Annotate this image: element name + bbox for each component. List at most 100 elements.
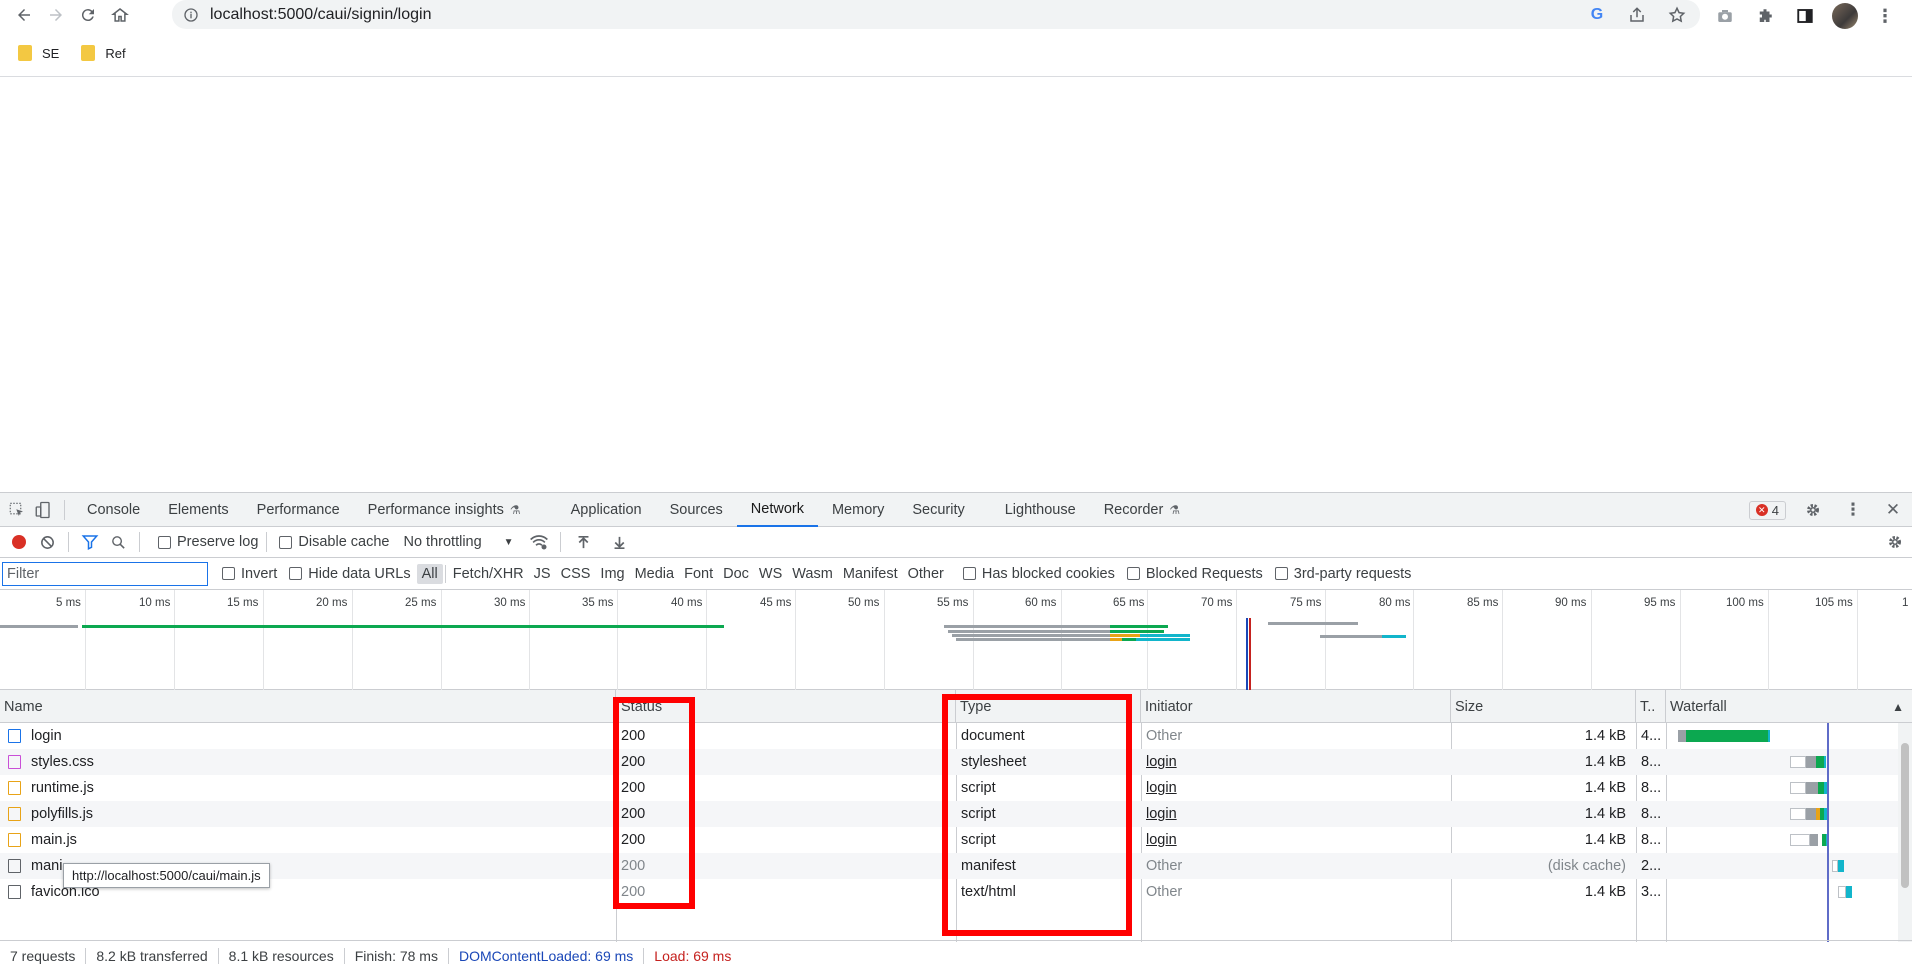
tab-performance[interactable]: Performance — [243, 493, 354, 527]
initiator-link[interactable]: login — [1146, 832, 1177, 848]
tab-performance-insights[interactable]: Performance insights ⚗ — [354, 493, 535, 527]
column-header-size[interactable]: Size — [1451, 690, 1636, 723]
type-filter-wasm[interactable]: Wasm — [787, 564, 838, 584]
profile-avatar[interactable] — [1832, 3, 1858, 29]
js-icon — [8, 807, 21, 821]
type-filter-fetch-xhr[interactable]: Fetch/XHR — [448, 564, 529, 584]
camera-icon[interactable] — [1712, 4, 1738, 28]
checkbox-box[interactable] — [1274, 567, 1288, 580]
checkbox-box[interactable] — [962, 567, 976, 580]
type-filter-img[interactable]: Img — [595, 564, 629, 584]
preserve-log-checkbox[interactable]: Preserve log — [158, 534, 258, 550]
close-devtools-icon[interactable]: ✕ — [1880, 497, 1906, 523]
filter-funnel-icon[interactable] — [77, 529, 103, 555]
blocked-requests-checkbox[interactable]: Blocked Requests — [1126, 566, 1263, 582]
timeline-tick: 105 ms — [1815, 597, 1853, 609]
network-overview-timeline[interactable]: 5 ms 10 ms 15 ms 20 ms 25 ms 30 ms 35 ms… — [0, 590, 1912, 690]
type-filter-doc[interactable]: Doc — [718, 564, 754, 584]
checkbox-box[interactable] — [279, 535, 293, 549]
timeline-tick: 25 ms — [405, 597, 437, 609]
bookmark-folder-se[interactable]: SE — [18, 45, 59, 61]
waterfall-segment — [1838, 886, 1846, 898]
throttling-select[interactable]: No throttling ▼ — [403, 534, 513, 550]
bookmark-folder-ref[interactable]: Ref — [81, 45, 126, 61]
flask-icon: ⚗ — [509, 502, 521, 517]
device-toolbar-icon[interactable] — [30, 497, 56, 523]
type-filter-js[interactable]: JS — [529, 564, 556, 584]
initiator-link[interactable]: login — [1146, 806, 1177, 822]
type-filter-ws[interactable]: WS — [754, 564, 787, 584]
filter-input[interactable] — [2, 561, 208, 586]
tab-security[interactable]: Security — [898, 493, 978, 527]
tab-elements[interactable]: Elements — [154, 493, 242, 527]
side-panel-icon[interactable] — [1792, 4, 1818, 28]
tab-application[interactable]: Application — [557, 493, 656, 527]
tab-network[interactable]: Network — [736, 493, 818, 527]
flask-icon: ⚗ — [1169, 502, 1181, 517]
cell-name[interactable]: polyfills.js — [0, 801, 612, 827]
cell-time: 8... — [1641, 754, 1662, 770]
table-scrollbar[interactable] — [1898, 723, 1912, 942]
bookmark-star-icon[interactable] — [1666, 4, 1688, 26]
type-filter-media[interactable]: Media — [630, 564, 680, 584]
address-bar[interactable]: localhost:5000/caui/signin/login G — [172, 0, 1700, 29]
cell-name[interactable]: main.js — [0, 827, 612, 853]
initiator-link[interactable]: login — [1146, 754, 1177, 770]
search-icon[interactable] — [105, 529, 131, 555]
type-filter-font[interactable]: Font — [679, 564, 718, 584]
import-har-icon[interactable] — [571, 529, 597, 555]
cell-name[interactable]: styles.css — [0, 749, 612, 775]
column-header-waterfall[interactable]: Waterfall ▲ — [1666, 690, 1912, 723]
extensions-puzzle-icon[interactable] — [1752, 4, 1778, 28]
invert-checkbox[interactable]: Invert — [222, 566, 277, 582]
column-header-initiator[interactable]: Initiator — [1141, 690, 1451, 723]
url-text[interactable]: localhost:5000/caui/signin/login — [210, 6, 431, 24]
hide-data-urls-checkbox[interactable]: Hide data URLs — [289, 566, 411, 582]
scrollbar-thumb[interactable] — [1901, 743, 1909, 888]
tab-sources[interactable]: Sources — [656, 493, 737, 527]
timeline-tick: 50 ms — [848, 597, 880, 609]
google-lens-icon[interactable]: G — [1586, 4, 1608, 26]
record-icon[interactable] — [6, 529, 32, 555]
tab-console[interactable]: Console — [73, 493, 154, 527]
tab-recorder[interactable]: Recorder ⚗ — [1090, 493, 1194, 527]
bookmark-label: SE — [42, 45, 60, 61]
network-conditions-icon[interactable] — [526, 529, 552, 555]
forward-button[interactable] — [40, 0, 72, 29]
dom-content-loaded-time: DOMContentLoaded: 69 ms — [458, 947, 634, 964]
annotation-box-status — [613, 697, 695, 909]
export-har-icon[interactable] — [607, 529, 633, 555]
checkbox-box[interactable] — [158, 535, 171, 549]
back-button[interactable] — [8, 0, 40, 29]
error-count-badge[interactable]: ✕ 4 — [1748, 500, 1786, 520]
initiator-link[interactable]: login — [1146, 780, 1177, 796]
share-icon[interactable] — [1626, 4, 1648, 26]
network-settings-gear-icon[interactable] — [1882, 529, 1908, 555]
devtools-more-icon[interactable]: ⋮ — [1840, 497, 1866, 523]
third-party-requests-checkbox[interactable]: 3rd-party requests — [1274, 566, 1411, 582]
type-filter-other[interactable]: Other — [903, 564, 949, 584]
type-filter-css[interactable]: CSS — [556, 564, 596, 584]
cell-name[interactable]: runtime.js — [0, 775, 612, 801]
checkbox-box[interactable] — [1126, 567, 1140, 580]
checkbox-box[interactable] — [289, 567, 303, 580]
type-filter-manifest[interactable]: Manifest — [838, 564, 903, 584]
reload-button[interactable] — [72, 0, 104, 29]
tab-memory[interactable]: Memory — [818, 493, 898, 527]
disable-cache-checkbox[interactable]: Disable cache — [279, 534, 389, 550]
has-blocked-cookies-checkbox[interactable]: Has blocked cookies — [962, 566, 1115, 582]
cell-time: 8... — [1641, 806, 1662, 822]
column-header-name[interactable]: Name — [0, 690, 616, 723]
settings-gear-icon[interactable] — [1800, 497, 1826, 523]
more-menu-icon[interactable]: ⋮ — [1872, 4, 1898, 28]
timeline-tick: 30 ms — [494, 597, 526, 609]
tab-lighthouse[interactable]: Lighthouse — [991, 493, 1090, 527]
type-filter-all[interactable]: All — [416, 563, 443, 584]
inspect-element-icon[interactable] — [4, 497, 30, 523]
home-button[interactable] — [104, 0, 136, 29]
checkbox-box[interactable] — [222, 567, 235, 580]
info-icon[interactable] — [180, 7, 202, 23]
cell-name[interactable]: login — [0, 723, 612, 749]
column-header-time[interactable]: T.. — [1636, 690, 1666, 723]
clear-icon[interactable] — [34, 529, 60, 555]
